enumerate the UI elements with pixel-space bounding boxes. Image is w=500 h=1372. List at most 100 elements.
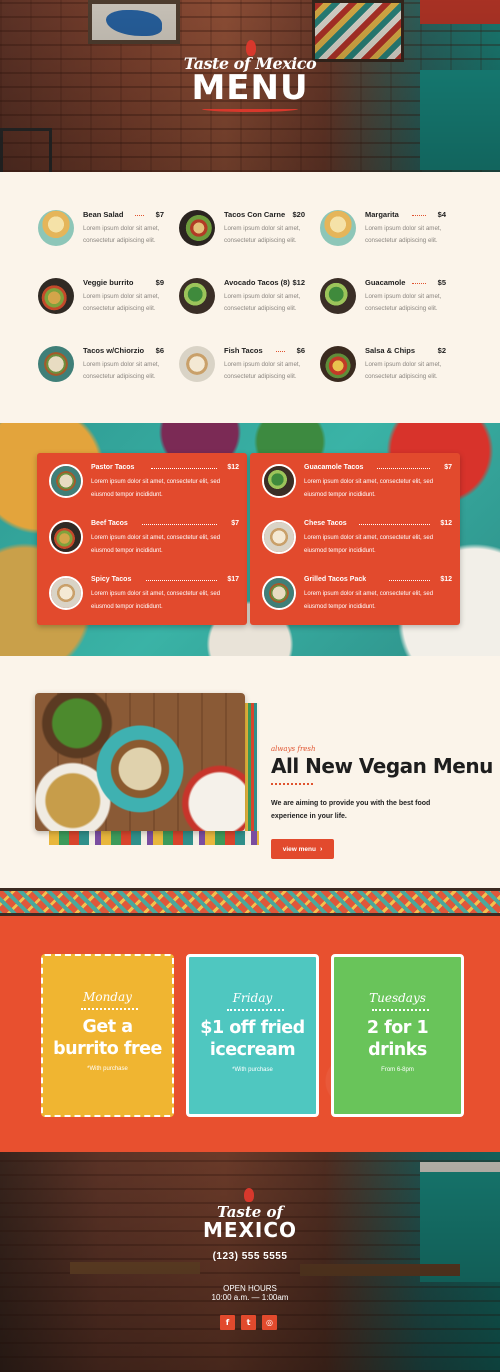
featured-item-name: Guacamole Tacos [304,464,364,471]
menu-item-description: Lorem ipsum dolor sit amet, consectetur … [83,293,160,312]
menu-item-name: Tacos Con Carne [224,210,286,219]
featured-item-description: Lorem ipsum dolor sit amet, consectetur … [304,591,434,610]
menu-item-photo [38,278,74,314]
menu-item-photo [179,210,215,246]
featured-item-name: Beef Tacos [91,520,128,527]
twitter-icon[interactable]: t [241,1315,256,1330]
featured-item-leader [389,580,430,581]
hero-banner: Taste of Mexico MENU [0,0,500,172]
menu-item: Bean Salad $7 Lorem ipsum dolor sit amet, … [38,210,164,256]
menu-item: Fish Tacos $6 Lorem ipsum dolor sit amet, … [179,346,305,392]
instagram-icon[interactable]: ◎ [262,1315,277,1330]
special-note: From 6-8pm [381,1067,414,1073]
menu-item-price: $20 [292,210,305,219]
featured-item-photo [49,464,83,498]
menu-item-photo [320,210,356,246]
featured-item-description: Lorem ipsum dolor sit amet, consectetur … [91,479,221,498]
vegan-text: We are aiming to provide you with the be… [271,800,431,820]
special-divider [227,1007,284,1011]
menu-item: Margarita $4 Lorem ipsum dolor sit amet, c… [320,210,446,256]
featured-item: Pastor Tacos $12 Lorem ipsum dolor sit ame… [49,464,239,508]
featured-item: Spicy Tacos $17 Lorem ipsum dolor sit amet… [49,576,239,620]
menu-item-name: Bean Salad [83,210,124,219]
menu-item-price: $5 [437,278,446,287]
hero-logo: Taste of Mexico MENU [180,40,320,112]
vegan-dish-image [35,693,245,831]
featured-item-leader [146,580,217,581]
featured-item-photo [49,576,83,610]
menu-item-name: Margarita [365,210,399,219]
hours-text: 10:00 a.m. — 1:00am [211,1293,289,1302]
menu-item-price: $6 [155,346,164,355]
featured-item: Guacamole Tacos $7 Lorem ipsum dolor sit a… [262,464,452,508]
featured-item-photo [49,520,83,554]
menu-item-leader [135,215,144,216]
featured-item-price: $12 [440,520,452,527]
menu-item-price: $9 [155,278,164,287]
menu-item-name: Tacos w/Chiorzio [83,346,145,355]
featured-item-leader [142,524,217,525]
special-card[interactable]: Friday $1 off fried icecream *With purchas… [186,954,319,1117]
featured-item-leader [150,468,217,469]
menu-item-name: Fish Tacos [224,346,263,355]
hours-heading: OPEN HOURS [223,1284,277,1293]
menu-item-leader [276,351,285,352]
menu-item-price: $12 [292,278,305,287]
featured-card-left: Pastor Tacos $12 Lorem ipsum dolor sit ame… [37,453,247,625]
menu-item-photo [179,278,215,314]
view-menu-label: view menu [282,845,316,853]
facebook-icon[interactable]: f [220,1315,235,1330]
menu-item-description: Lorem ipsum dolor sit amet, consectetur … [365,225,442,244]
featured-item-price: $7 [231,520,239,527]
featured-item-name: Pastor Tacos [91,464,135,471]
special-day: Monday [83,990,132,1004]
menu-item: Tacos w/Chiorzio $6 Lorem ipsum dolor sit … [38,346,164,392]
menu-item-name: Veggie burrito [83,278,134,287]
featured-item-name: Spicy Tacos [91,576,132,583]
menu-item-description: Lorem ipsum dolor sit amet, consectetur … [83,361,160,380]
social-links: f t ◎ [220,1315,277,1330]
special-offer: Get a burrito free [53,1017,162,1059]
menu-item: Tacos Con Carne $20 Lorem ipsum dolor sit … [179,210,305,256]
pattern-border [0,888,500,916]
special-day: Friday [232,991,273,1005]
special-note: *With purchase [87,1066,128,1072]
featured-item: Grilled Tacos Pack $12 Lorem ipsum dolor s… [262,576,452,620]
featured-item-price: $12 [440,576,452,583]
menu-item-name: Guacamole [365,278,406,287]
phone-number[interactable]: (123) 555 5555 [0,1251,500,1262]
vegan-divider [271,781,313,785]
featured-item-name: Grilled Tacos Pack [304,576,367,583]
menu-item-description: Lorem ipsum dolor sit amet, consectetur … [365,361,442,380]
menu-item-photo [320,278,356,314]
footer-logo-title: MEXICO [202,1218,298,1242]
menu-item: Veggie burrito $9 Lorem ipsum dolor sit am… [38,278,164,324]
menu-item: Guacamole $5 Lorem ipsum dolor sit amet, c… [320,278,446,324]
view-menu-button[interactable]: view menu › [271,839,334,859]
vegan-title: All New Vegan Menu [271,754,493,778]
menu-item-name: Avocado Tacos (8) [224,278,290,287]
menu-item: Salsa & Chips $2 Lorem ipsum dolor sit ame… [320,346,446,392]
menu-item-description: Lorem ipsum dolor sit amet, consectetur … [365,293,442,312]
featured-item-price: $7 [444,464,452,471]
menu-item-description: Lorem ipsum dolor sit amet, consectetur … [224,225,301,244]
featured-item-photo [262,520,296,554]
menu-item-photo [38,346,74,382]
special-day: Tuesdays [369,991,426,1005]
chevron-right-icon: › [319,845,323,853]
featured-item-description: Lorem ipsum dolor sit amet, consectetur … [304,479,434,498]
special-divider [372,1007,429,1011]
footer-shade [0,1152,500,1372]
featured-item-photo [262,464,296,498]
menu-item-price: $7 [155,210,164,219]
menu-item: Avocado Tacos (8) $12 Lorem ipsum dolor si… [179,278,305,324]
special-card[interactable]: Tuesdays 2 for 1 drinks From 6-8pm [331,954,464,1117]
special-note: *With purchase [232,1067,273,1073]
menu-item-price: $6 [296,346,305,355]
footer: Taste of MEXICO [0,1152,500,1372]
special-card[interactable]: Monday Get a burrito free *With purchase [41,954,174,1117]
serape-stripe-vertical [245,703,259,845]
menu-item-description: Lorem ipsum dolor sit amet, consectetur … [224,293,301,312]
featured-item-photo [262,576,296,610]
menu-item-leader [412,283,426,284]
